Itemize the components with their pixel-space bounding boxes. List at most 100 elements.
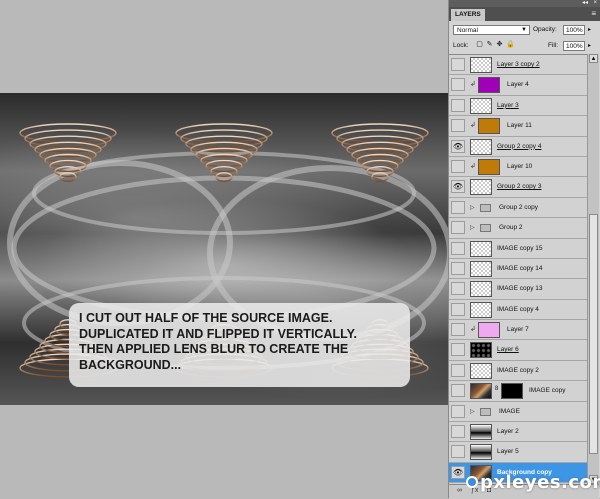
visibility-eye-icon[interactable] [451,343,465,357]
visibility-eye-icon[interactable] [451,425,465,439]
opacity-dropdown-icon[interactable]: ▸ [588,25,591,35]
layer-name: Group 2 copy 3 [497,183,542,191]
layer-row[interactable]: 8 IMAGE copy [449,381,587,402]
visibility-eye-icon[interactable]: 👁 [451,139,465,153]
visibility-eye-icon[interactable] [451,159,465,173]
visibility-eye-icon[interactable] [451,241,465,255]
spring-coil [29,135,107,153]
fill-dropdown-icon[interactable]: ▸ [588,41,591,51]
layer-row[interactable]: Layer 3 copy 2 [449,55,587,76]
layer-thumbnail[interactable] [478,158,500,175]
layer-name: Layer 3 copy 2 [497,61,540,68]
layer-name: Layer 6 [497,346,519,354]
layer-row[interactable]: 👁 Group 2 copy 4 [449,136,587,157]
spring-coil [180,129,268,148]
layer-style-icon[interactable]: ƒx [471,487,478,494]
visibility-eye-icon[interactable] [451,221,465,235]
visibility-eye-icon[interactable] [451,282,465,296]
lock-all-icon[interactable]: 🔒 [506,41,515,49]
layer-row[interactable]: ↲ Layer 7 [449,320,587,341]
layer-name: IMAGE copy 15 [497,244,543,252]
close-icon[interactable]: × [593,0,597,7]
scroll-up-icon[interactable]: ▲ [589,54,598,63]
layer-thumbnail[interactable] [470,301,492,318]
visibility-eye-icon[interactable] [451,58,465,71]
layer-row[interactable]: Layer 2 [449,422,587,443]
layer-row[interactable]: ▷ Group 2 [449,218,587,239]
blend-mode-value: Normal [457,27,478,34]
layer-thumbnail[interactable] [470,57,492,73]
link-layers-icon[interactable]: ∞ [457,487,462,494]
spring-coil [24,129,112,148]
visibility-eye-icon[interactable] [451,384,465,398]
layer-thumbnail[interactable] [470,97,492,114]
lock-pixels-icon[interactable]: ✎ [486,41,493,49]
layer-row[interactable]: IMAGE copy 13 [449,279,587,300]
mask-link-icon[interactable]: 8 [495,386,498,392]
layer-row[interactable]: ↲ Layer 11 [449,116,587,137]
visibility-eye-icon[interactable] [451,445,465,459]
opacity-input[interactable]: 100% [563,25,585,35]
visibility-eye-icon[interactable] [451,119,465,133]
visibility-eye-icon[interactable] [451,98,465,112]
scrollbar-thumb[interactable] [589,214,598,454]
visibility-eye-icon[interactable] [451,323,465,337]
lock-position-icon[interactable]: ✥ [496,41,503,49]
lock-transparent-icon[interactable]: ▢ [476,41,483,49]
visibility-eye-icon[interactable] [451,200,465,214]
layers-list: Layer 3 copy 2 ↲ Layer 4 Layer 3 ↲ Layer 11 👁 G… [449,54,587,485]
layer-row[interactable]: IMAGE copy 15 [449,238,587,259]
tab-layers[interactable]: LAYERS [451,9,485,21]
layer-thumbnail[interactable] [478,322,500,339]
layer-row[interactable]: IMAGE copy 2 [449,360,587,382]
visibility-eye-icon[interactable]: 👁 [451,465,465,479]
caption-box: I CUT OUT HALF OF THE SOURCE IMAGE. DUPL… [69,303,410,387]
layer-row[interactable]: Layer 6 [449,340,587,361]
spring-coil [341,135,419,153]
document-canvas[interactable]: I CUT OUT HALF OF THE SOURCE IMAGE. DUPL… [0,93,448,405]
layer-row[interactable]: Layer 3 [449,95,587,117]
layer-row[interactable]: ↲ Layer 4 [449,75,587,96]
layer-thumbnail[interactable] [470,342,492,359]
blend-options-row: Normal ▼ Opacity: 100% ▸ [449,23,599,37]
chevron-down-icon: ▼ [521,27,527,33]
collapse-icon[interactable]: ◂◂ [582,0,588,7]
layer-mask-thumbnail[interactable] [501,383,523,400]
layer-row[interactable]: ↲ Layer 10 [449,156,587,178]
layer-thumbnail[interactable] [470,383,492,400]
layer-thumbnail[interactable] [478,77,500,94]
layer-name: IMAGE copy 2 [497,366,539,374]
visibility-eye-icon[interactable] [451,404,465,418]
visibility-eye-icon[interactable] [451,363,465,377]
visibility-eye-icon[interactable]: 👁 [451,180,465,194]
visibility-eye-icon[interactable] [451,78,465,92]
layer-thumbnail[interactable] [470,240,492,257]
layer-row[interactable]: ▷ IMAGE [449,401,587,423]
fill-input[interactable]: 100% [563,41,585,51]
lock-row: Lock: ▢ ✎ ✥ 🔒 Fill: 100% ▸ [449,39,599,53]
spring-coil [185,135,263,153]
expand-group-icon[interactable]: ▷ [470,224,475,231]
layer-thumbnail[interactable] [470,424,492,441]
expand-group-icon[interactable]: ▷ [470,408,475,415]
expand-group-icon[interactable]: ▷ [470,204,475,211]
layer-row[interactable]: 👁 Group 2 copy 3 [449,177,587,198]
layer-row[interactable]: IMAGE copy 14 [449,258,587,280]
layer-row[interactable]: IMAGE copy 4 [449,299,587,321]
visibility-eye-icon[interactable] [451,302,465,316]
layer-thumbnail[interactable] [470,362,492,379]
layer-thumbnail[interactable] [470,281,492,298]
blend-mode-select[interactable]: Normal ▼ [453,25,530,35]
layer-thumbnail[interactable] [470,179,492,196]
layer-row[interactable]: ▷ Group 2 copy [449,197,587,219]
layer-name: Layer 5 [497,448,519,456]
layer-row[interactable]: Layer 5 [449,442,587,463]
layer-thumbnail[interactable] [478,118,500,135]
layer-thumbnail[interactable] [470,444,492,461]
visibility-eye-icon[interactable] [451,261,465,275]
layer-thumbnail[interactable] [470,138,492,155]
layer-thumbnail[interactable] [470,260,492,277]
layers-scrollbar[interactable]: ▲ ▼ [587,54,599,484]
layer-name: Layer 10 [507,162,533,170]
panel-menu-icon[interactable]: ≡ [591,9,596,19]
